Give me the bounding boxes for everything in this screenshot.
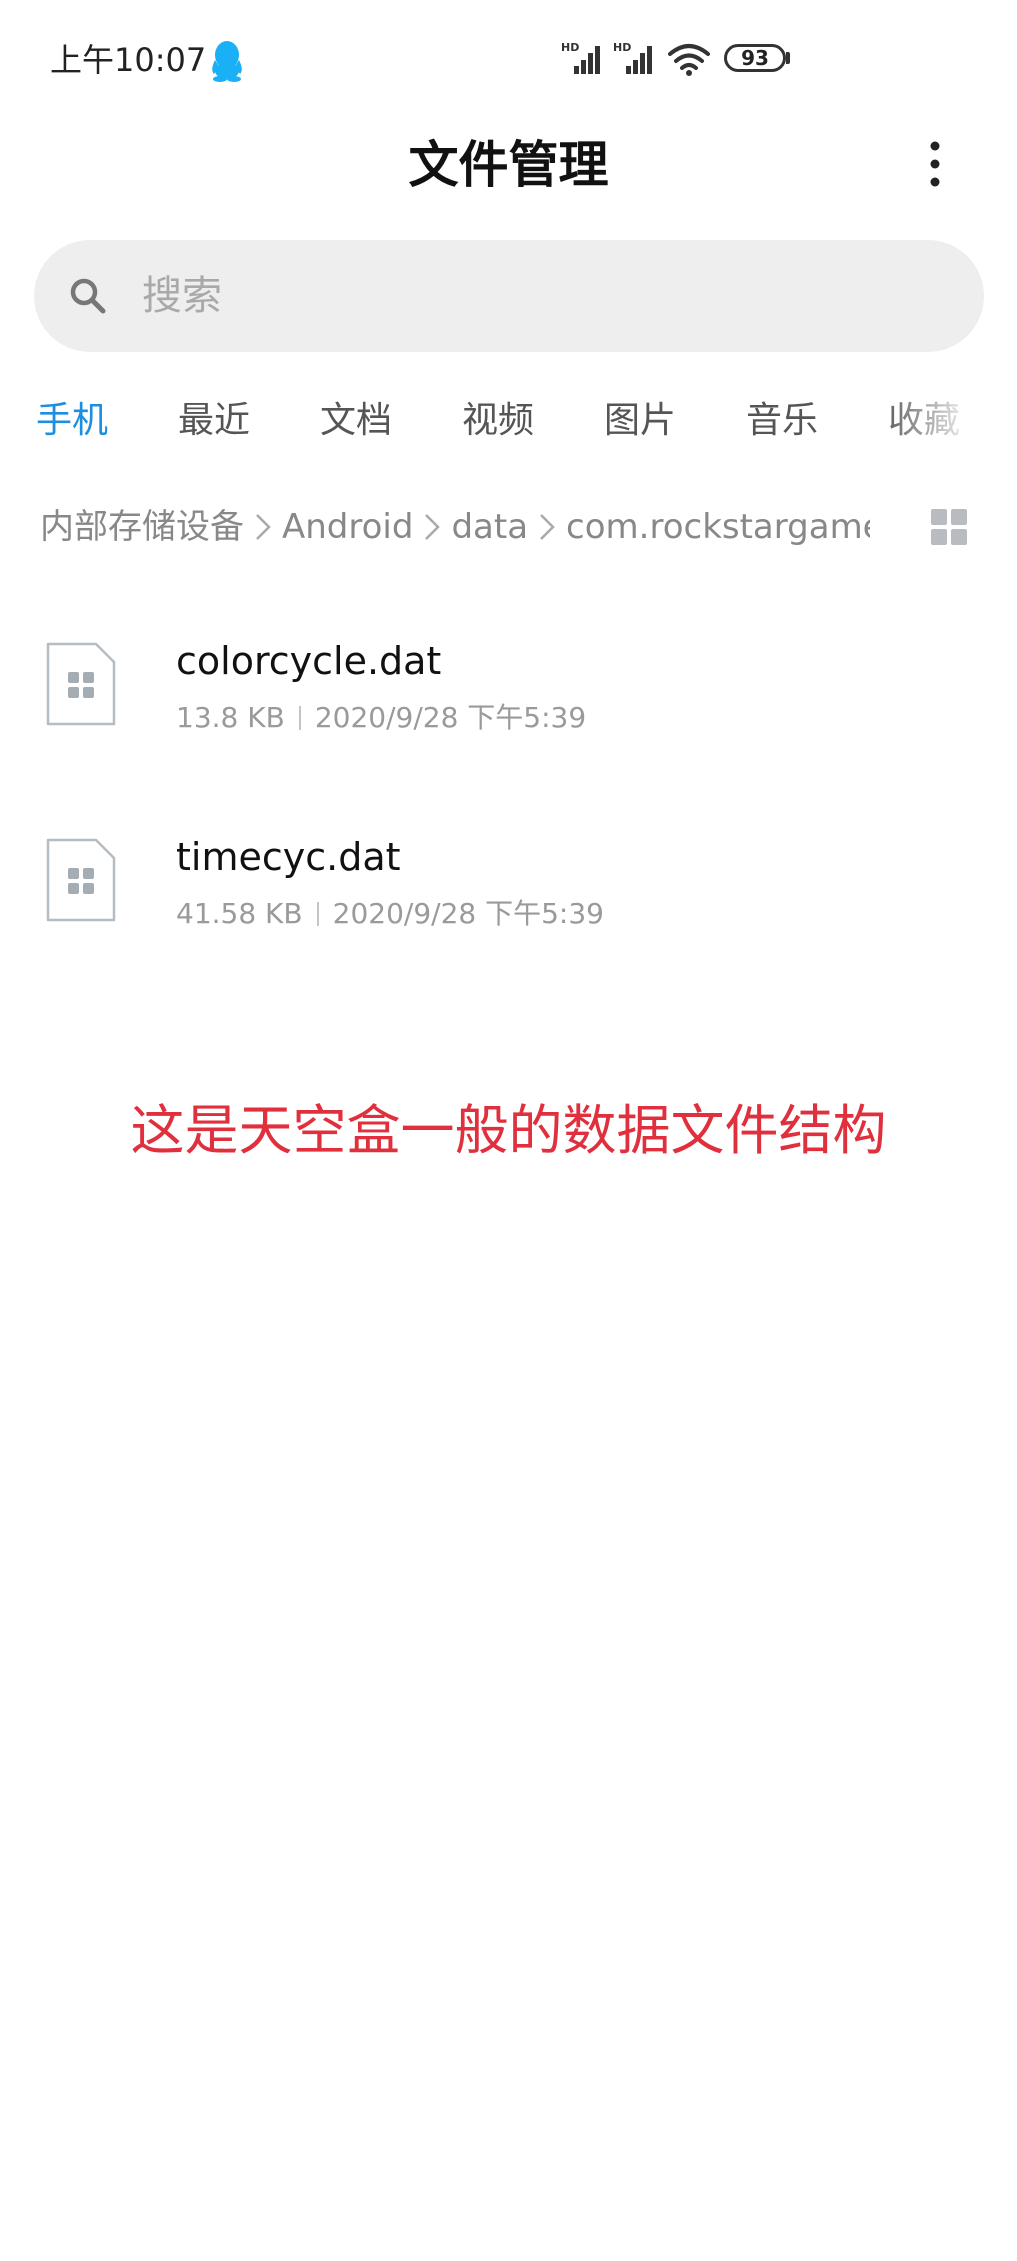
file-icon <box>46 642 116 726</box>
tab-music[interactable]: 音乐 <box>746 396 818 446</box>
file-size: 13.8 KB <box>176 701 285 734</box>
tab-phone[interactable]: 手机 <box>36 396 108 446</box>
file-meta: 41.58 KB 2020/9/28 下午5:39 <box>176 894 604 934</box>
file-name: timecyc.dat <box>176 835 401 879</box>
breadcrumb-item-storage[interactable]: 内部存储设备 <box>40 507 244 547</box>
battery-icon: 93 <box>724 44 786 72</box>
chevron-right-icon <box>540 514 555 540</box>
battery-level: 93 <box>741 46 769 70</box>
tab-images[interactable]: 图片 <box>604 396 676 446</box>
signal-hd-label: HD <box>561 41 579 54</box>
grid-view-icon[interactable] <box>930 508 968 546</box>
list-item[interactable]: colorcycle.dat 13.8 KB 2020/9/28 下午5:39 <box>0 606 1017 796</box>
list-item[interactable]: timecyc.dat 41.58 KB 2020/9/28 下午5:39 <box>0 802 1017 992</box>
breadcrumb-item-data[interactable]: data <box>451 507 528 547</box>
meta-divider <box>316 902 319 926</box>
qq-icon <box>212 41 242 82</box>
search-icon <box>70 278 106 314</box>
file-meta: 13.8 KB 2020/9/28 下午5:39 <box>176 698 586 738</box>
chevron-right-icon <box>256 514 271 540</box>
status-time: 上午10:07 <box>50 41 207 79</box>
file-size: 41.58 KB <box>176 897 303 930</box>
breadcrumb: 内部存储设备 Android data com.rockstargames <box>40 502 870 552</box>
breadcrumb-item-package[interactable]: com.rockstargames <box>566 507 870 547</box>
tabs-fade-overlay <box>880 370 1017 470</box>
signal-icon: HD <box>561 41 600 74</box>
chevron-right-icon <box>425 514 441 540</box>
tab-videos[interactable]: 视频 <box>462 396 534 446</box>
tab-recent[interactable]: 最近 <box>178 396 250 446</box>
wifi-icon <box>668 44 710 76</box>
tab-documents[interactable]: 文档 <box>320 396 392 446</box>
file-name: colorcycle.dat <box>176 639 442 683</box>
signal-icon: HD <box>613 41 652 74</box>
signal-hd-label: HD <box>613 41 631 54</box>
file-date: 2020/9/28 下午5:39 <box>332 897 604 930</box>
search-placeholder: 搜索 <box>142 273 222 319</box>
file-icon <box>46 838 116 922</box>
meta-divider <box>298 706 301 730</box>
more-vertical-icon[interactable] <box>918 138 952 190</box>
battery-nub <box>786 52 790 64</box>
breadcrumb-item-android[interactable]: Android <box>282 507 413 547</box>
overlay-caption: 这是天空盒一般的数据文件结构 <box>130 1099 887 1162</box>
file-date: 2020/9/28 下午5:39 <box>314 701 587 734</box>
page-title: 文件管理 <box>408 136 609 194</box>
